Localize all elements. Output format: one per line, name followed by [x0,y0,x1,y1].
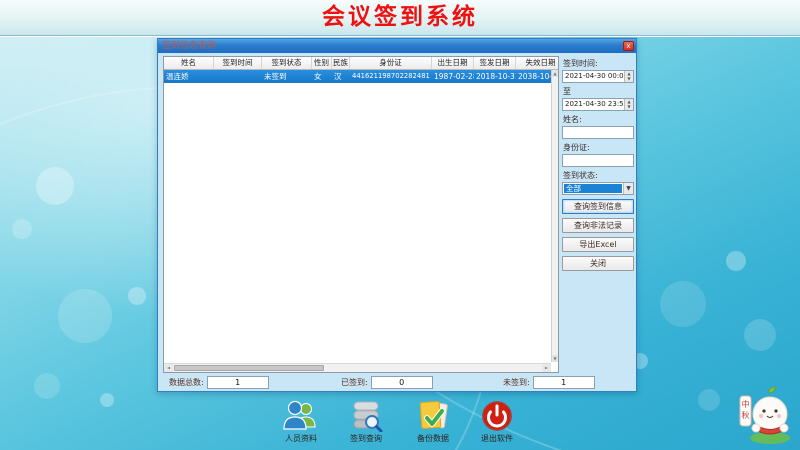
id-card-input[interactable] [562,154,634,167]
spinner-arrows-icon[interactable]: ▲▼ [624,99,633,110]
query-signin-button[interactable]: 查询签到信息 [562,199,634,214]
dialog-titlebar[interactable]: 签到信息查询 x [158,39,636,53]
col-header-birth-date[interactable]: 出生日期 [432,57,474,69]
cell-birth-date: 1987-02-28 [432,70,474,83]
scrollbar-thumb[interactable] [174,365,324,371]
unsigned-count-value: 1 [533,376,595,389]
cell-name: 温连娇 [164,70,214,83]
signin-query-label: 签到查询 [334,433,398,444]
spinner-arrows-icon[interactable]: ▲▼ [624,71,633,82]
backup-check-icon [415,400,451,432]
cell-gender: 女 [312,70,332,83]
mascot-banner-text: 中 [742,399,750,409]
mascot-sticker: 中 秋 [734,384,796,448]
exit-software-button[interactable]: 退出软件 [465,400,529,444]
stats-bar: 数据总数: 1 已签到: 0 未签到: 1 [163,376,633,392]
horizontal-scrollbar[interactable]: ◄ ► [164,363,551,372]
exit-software-label: 退出软件 [465,433,529,444]
col-header-gender[interactable]: 性别 [312,57,332,69]
col-header-signin-status[interactable]: 签到状态 [262,57,312,69]
backup-data-label: 备份数据 [401,433,465,444]
name-input[interactable] [562,126,634,139]
power-icon [479,400,515,432]
filter-panel: 签到时间: 2021-04-30 00:00:00 ▲▼ 至 2021-04-3… [562,55,636,389]
time-from-picker[interactable]: 2021-04-30 00:00:00 ▲▼ [562,70,634,83]
signed-count-value: 0 [371,376,433,389]
status-label: 签到状态: [563,170,636,181]
close-icon[interactable]: x [623,41,634,51]
unsigned-count-label: 未签到: [503,377,530,388]
table-header-row: 姓名 签到时间 签到状态 性别 民族 身份证 出生日期 签发日期 失效日期 [164,57,559,70]
to-label: 至 [563,86,636,97]
chevron-down-icon[interactable]: ▼ [623,183,633,194]
col-header-expiry-date[interactable]: 失效日期 [516,57,559,69]
database-search-icon [348,400,384,432]
close-button[interactable]: 关闭 [562,256,634,271]
scroll-down-icon[interactable]: ▼ [552,355,558,362]
scroll-left-icon[interactable]: ◄ [164,364,173,372]
app-banner: 会议签到系统 [0,0,800,36]
personnel-data-button[interactable]: 人员资料 [269,400,333,444]
launcher-toolbar: 人员资料 签到查询 备份数据 [0,400,800,448]
page-title: 会议签到系统 [0,0,800,34]
signin-query-button[interactable]: 签到查询 [334,400,398,444]
col-header-signin-time[interactable]: 签到时间 [214,57,262,69]
id-card-label: 身份证: [563,142,636,153]
table-row[interactable]: 温连娇 未签到 女 汉 441621198702282481 1987-02-2… [164,70,559,83]
people-icon [283,400,319,432]
vertical-scrollbar[interactable]: ▲ ▼ [551,70,558,362]
svg-text:秋: 秋 [742,410,750,420]
name-label: 姓名: [563,114,636,125]
signin-table[interactable]: 姓名 签到时间 签到状态 性别 民族 身份证 出生日期 签发日期 失效日期 温连… [163,56,559,373]
signin-time-label: 签到时间: [563,58,636,69]
cell-signin-status: 未签到 [262,70,312,83]
signed-count-label: 已签到: [341,377,368,388]
col-header-name[interactable]: 姓名 [164,57,214,69]
cell-issue-date: 2018-10-31 [474,70,516,83]
status-select[interactable]: 全部 ▼ [562,182,634,195]
cell-signin-time [214,70,262,83]
total-count-value: 1 [207,376,269,389]
status-selected-value: 全部 [564,184,622,193]
col-header-id-card[interactable]: 身份证 [350,57,432,69]
time-to-picker[interactable]: 2021-04-30 23:59:59 ▲▼ [562,98,634,111]
personnel-data-label: 人员资料 [269,433,333,444]
scroll-up-icon[interactable]: ▲ [552,70,558,77]
query-illegal-records-button[interactable]: 查询非法记录 [562,218,634,233]
scroll-right-icon[interactable]: ► [542,364,551,372]
export-excel-button[interactable]: 导出Excel [562,237,634,252]
dialog-title: 签到信息查询 [162,39,623,53]
col-header-issue-date[interactable]: 签发日期 [474,57,516,69]
cell-id-card: 441621198702282481 [350,70,432,83]
signin-query-dialog: 签到信息查询 x 姓名 签到时间 签到状态 性别 民族 身份证 出生日期 签发日… [157,38,637,392]
col-header-ethnicity[interactable]: 民族 [332,57,350,69]
backup-data-button[interactable]: 备份数据 [401,400,465,444]
cell-ethnicity: 汉 [332,70,350,83]
total-count-label: 数据总数: [169,377,204,388]
